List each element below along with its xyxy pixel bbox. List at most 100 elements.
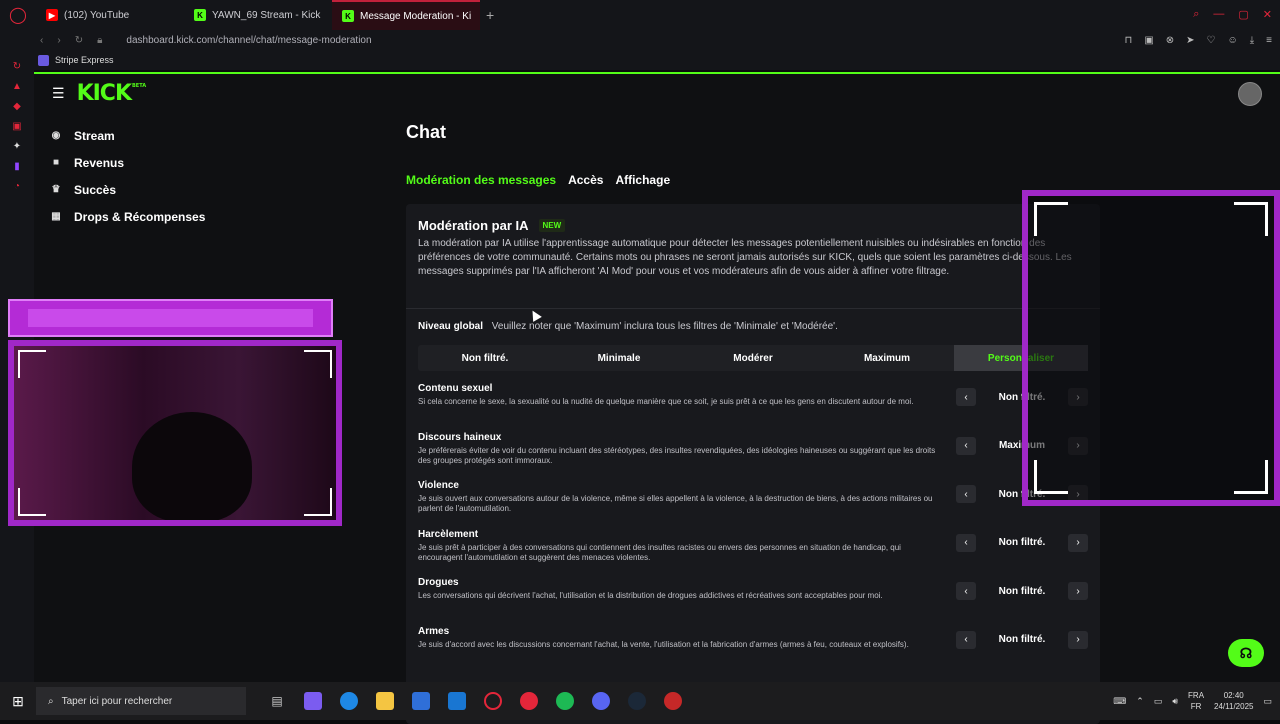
address-bar: ‹ › ↻ 🔒︎ dashboard.kick.com/channel/chat… [0,30,1280,50]
browser-tab-bar: ◯ ▶ (102) YouTube K YAWN_69 Stream - Kic… [0,0,1280,30]
ai-moderation-title: Modération par IA NEW [418,218,566,233]
hamburger-icon[interactable]: ☰ [52,85,65,102]
kick-logo[interactable]: KICK BETA [77,81,147,106]
global-level-note: Veuillez noter que 'Maximum' inclura tou… [491,321,838,332]
tab-moderation[interactable]: Modération des messages [406,173,556,187]
chevron-left-icon[interactable]: ‹ [956,485,976,504]
chevron-left-icon[interactable]: ‹ [956,436,976,455]
forward-icon[interactable]: › [57,35,60,46]
level-selector: Non filtré. Minimale Modérer Maximum Per… [418,345,1088,371]
file-explorer-icon[interactable] [376,692,394,710]
browser-tab-youtube[interactable]: ▶ (102) YouTube [36,0,184,30]
clock[interactable]: 02:40 24/11/2025 [1214,690,1253,712]
minimize-icon[interactable]: — [1213,8,1224,21]
level-maximum[interactable]: Maximum [820,345,954,371]
shopping-icon[interactable]: ◆ [11,100,23,112]
windows-start-icon[interactable]: ⊞ [0,693,36,710]
close-icon[interactable]: ✕ [1263,8,1272,21]
sidebar-item-drops[interactable]: ▦ Drops & Récompenses [34,203,334,230]
browser-tab-kick-stream[interactable]: K YAWN_69 Stream - Kick [184,0,332,30]
trophy-icon: ♛ [51,184,61,195]
snapshot-icon[interactable]: ▣ [1144,35,1153,46]
webcam-overlay [8,340,342,526]
sidebar: ◉ Stream ■ Revenus ♛ Succès ▦ Drops & Ré… [34,122,334,230]
chevron-right-icon[interactable]: › [1068,533,1088,552]
volume-icon[interactable]: 🔊︎ [1172,696,1178,707]
stripe-icon [38,54,49,66]
search-tabs-icon[interactable]: ⌕ [1193,8,1199,21]
divider [406,308,1100,309]
level-non-filtre[interactable]: Non filtré. [418,345,552,371]
spotify-icon[interactable] [556,692,574,710]
twitch-icon[interactable]: ▮ [11,160,23,172]
pin-icon[interactable]: ⊓ [1125,35,1133,46]
tab-acces[interactable]: Accès [568,173,603,187]
category-desc: Je suis d'accord avec les discussions co… [418,639,909,649]
app-icon[interactable] [664,692,682,710]
network-icon[interactable]: ▭ [1154,696,1163,707]
browser-tab-message-moderation[interactable]: K Message Moderation - Ki [332,0,480,30]
category-row: Harcèlement Je suis prêt à participer à … [418,529,1088,578]
download-icon[interactable]: ⤓ [1250,35,1254,46]
sidebar-item-label: Stream [74,128,115,143]
chevron-right-icon[interactable]: › [1068,630,1088,649]
level-minimale[interactable]: Minimale [552,345,686,371]
bookmark-stripe-express[interactable]: Stripe Express [55,55,114,65]
chevron-left-icon[interactable]: ‹ [956,533,976,552]
store-icon[interactable] [412,692,430,710]
clock-time: 02:40 [1223,691,1244,700]
kick-icon: K [342,10,354,22]
back-icon[interactable]: ‹ [40,35,43,46]
new-tab-button[interactable]: + [486,7,494,23]
reload-icon[interactable]: ↻ [75,35,83,46]
taskbar-search[interactable]: ⌕ Taper ici pour rechercher [36,687,246,715]
bookmarks-icon[interactable]: ✦ [11,140,23,152]
adblock-icon[interactable]: ⊗ [1166,35,1174,46]
chevron-left-icon[interactable]: ‹ [956,388,976,406]
category-list: Contenu sexuel Si cela concerne le sexe,… [418,383,1088,675]
task-view-icon[interactable]: ▤ [268,692,286,710]
messenger-icon[interactable]: ▣ [11,120,23,132]
tab-label: YAWN_69 Stream - Kick [212,9,321,21]
level-moderer[interactable]: Modérer [686,345,820,371]
stream-overlay-frame [1022,190,1280,506]
level-stepper: ‹ Non filtré. › [956,630,1088,649]
notification-icon[interactable]: ▭ [1263,696,1272,707]
category-desc: Je suis prêt à participer à des conversa… [418,542,901,562]
discord-icon[interactable] [592,692,610,710]
opera-icon[interactable] [484,692,502,710]
chevron-left-icon[interactable]: ‹ [956,582,976,601]
sidebar-item-label: Revenus [74,155,125,170]
keyboard-icon[interactable]: ⌨ [1113,696,1126,707]
heart-icon[interactable]: ♡ [1207,35,1216,46]
chevron-up-icon[interactable]: ⌃ [1136,696,1144,707]
edge-icon[interactable] [340,692,358,710]
copilot-icon[interactable] [304,692,322,710]
aria-icon[interactable]: ▲ [11,80,23,92]
history-icon[interactable]: ◔ [11,180,23,192]
sidebar-item-revenus[interactable]: ■ Revenus [34,149,334,176]
webcam-person [132,412,252,520]
send-icon[interactable]: ➤ [1186,35,1194,46]
search-placeholder: Taper ici pour rechercher [61,695,173,707]
refresh-icon[interactable]: ↻ [11,60,23,72]
level-stepper: ‹ Non filtré. › [956,582,1088,601]
opera-gx-icon[interactable] [520,692,538,710]
logo-badge: BETA [132,82,147,89]
tab-affichage[interactable]: Affichage [615,173,670,187]
sidebar-item-stream[interactable]: ◉ Stream [34,122,334,149]
support-chat-button[interactable]: ☊ [1228,639,1264,667]
language-indicator[interactable]: FRA FR [1188,690,1204,712]
avatar[interactable] [1238,82,1262,106]
mail-icon[interactable] [448,692,466,710]
chevron-right-icon[interactable]: › [1068,582,1088,601]
url-field[interactable]: dashboard.kick.com/channel/chat/message-… [126,35,371,46]
menu-icon[interactable]: ≡ [1266,35,1272,46]
chevron-left-icon[interactable]: ‹ [956,630,976,649]
profile-icon[interactable]: ☺ [1228,35,1238,46]
sidebar-item-succes[interactable]: ♛ Succès [34,176,334,203]
stepper-value: Non filtré. [998,537,1046,549]
opera-menu-icon[interactable]: ◯ [0,0,36,30]
maximize-icon[interactable]: ▢ [1238,8,1248,21]
steam-icon[interactable] [628,692,646,710]
